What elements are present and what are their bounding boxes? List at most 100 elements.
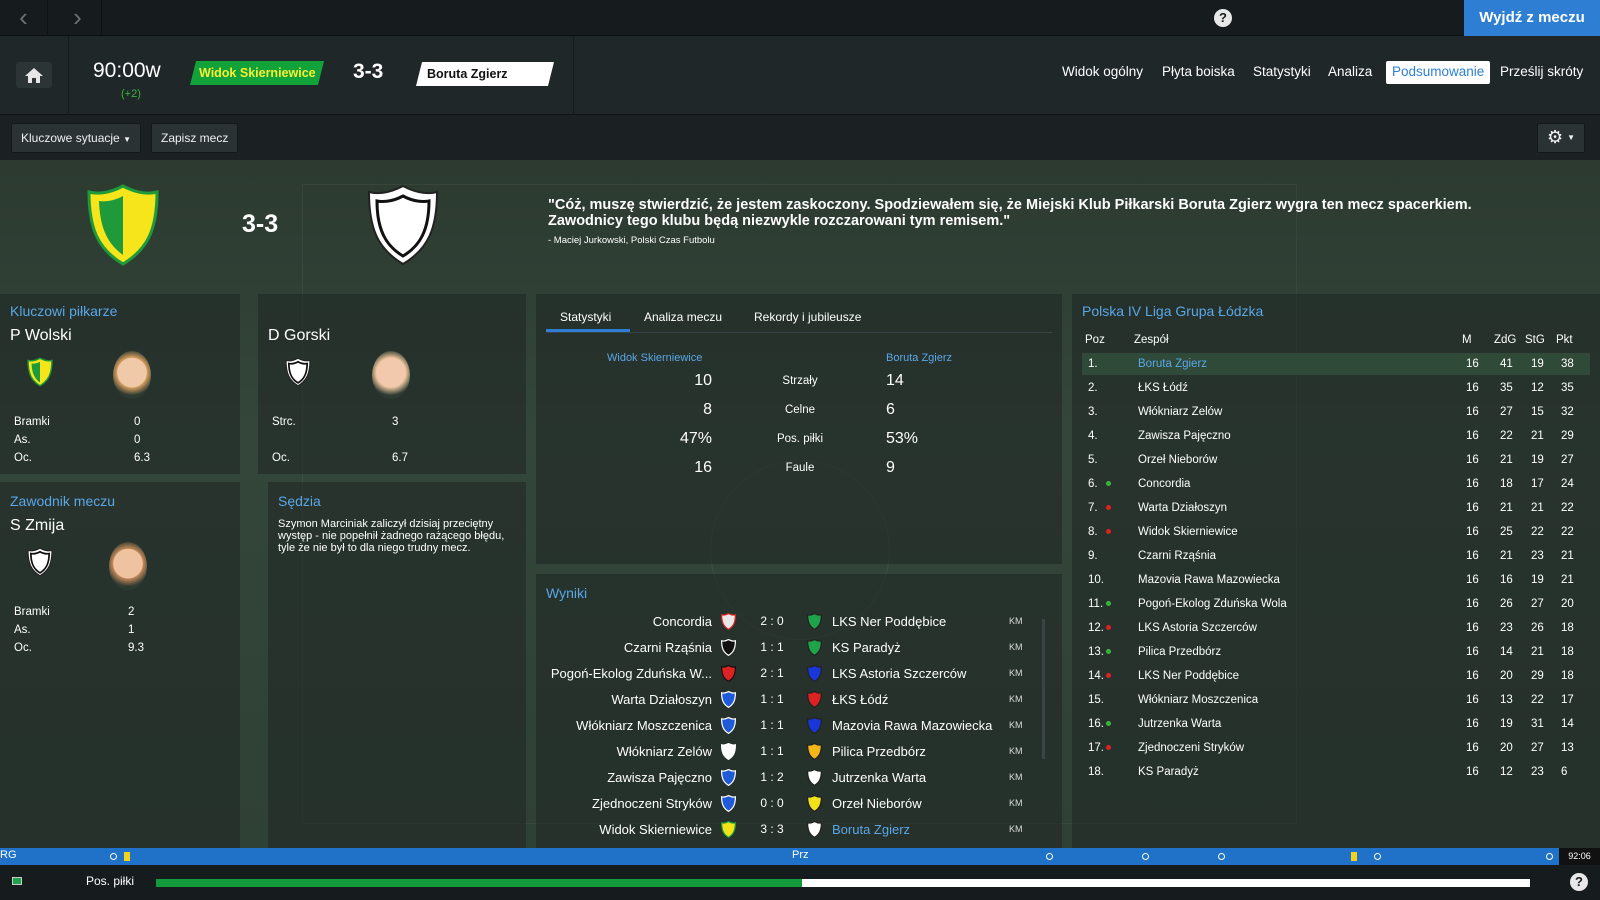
result-score: 1 : 2: [760, 770, 784, 784]
tab-pitch[interactable]: Płyta boiska: [1156, 61, 1241, 84]
league-team[interactable]: Włókniarz Moszczenica: [1138, 694, 1258, 706]
divider: [573, 36, 574, 115]
result-away-team[interactable]: Boruta Zgierz: [832, 822, 910, 837]
league-team[interactable]: Widok Skierniewice: [1138, 526, 1238, 538]
league-team[interactable]: Warta Działoszyn: [1138, 502, 1227, 514]
league-team[interactable]: Czarni Rząśnia: [1138, 550, 1216, 562]
result-away-team[interactable]: LKS Ner Poddębice: [832, 614, 946, 629]
result-home-team[interactable]: Włókniarz Moszczenica: [540, 718, 712, 733]
result-score: 2 : 1: [760, 666, 784, 680]
league-title[interactable]: Polska IV Liga Grupa Łódzka: [1082, 303, 1263, 319]
save-match-button[interactable]: Zapisz mecz: [151, 123, 239, 153]
forward-arrow-icon[interactable]: ›: [54, 0, 102, 36]
league-team[interactable]: Mazovia Rawa Mazowiecka: [1138, 574, 1280, 586]
settings-button[interactable]: ⚙ ▼: [1537, 123, 1585, 153]
result-away-team[interactable]: ŁKS Łódź: [832, 692, 888, 707]
stat-label: As.: [14, 434, 31, 446]
result-home-team[interactable]: Warta Działoszyn: [540, 692, 712, 707]
league-team[interactable]: Concordia: [1138, 478, 1190, 490]
goal-event-icon[interactable]: [110, 853, 117, 860]
yellow-card-icon[interactable]: [124, 852, 130, 861]
tab-statistics[interactable]: Statystyki: [1247, 61, 1317, 84]
away-team-badge[interactable]: Boruta Zgierz: [416, 62, 554, 86]
league-m: 16: [1466, 382, 1479, 394]
league-team[interactable]: Włókniarz Zelów: [1138, 406, 1222, 418]
league-team[interactable]: Orzeł Nieborów: [1138, 454, 1217, 466]
goal-event-icon[interactable]: [1142, 853, 1149, 860]
league-team[interactable]: Boruta Zgierz: [1138, 358, 1207, 370]
result-score: 1 : 1: [760, 744, 784, 758]
result-score: 0 : 0: [760, 796, 784, 810]
home-team-badge[interactable]: Widok Skierniewice: [190, 61, 324, 85]
league-team[interactable]: Pogoń-Ekolog Zduńska Wola: [1138, 598, 1287, 610]
result-home-team[interactable]: Włókniarz Zelów: [540, 744, 712, 759]
result-away-team[interactable]: Pilica Przedbórz: [832, 744, 926, 759]
bottom-bar: Pos. piłki ?: [0, 865, 1600, 900]
league-zdg: 21: [1500, 454, 1513, 466]
league-team[interactable]: LKS Ner Poddębice: [1138, 670, 1239, 682]
league-team[interactable]: KS Paradyż: [1138, 766, 1199, 778]
tab-match-analysis[interactable]: Analiza meczu: [644, 310, 722, 324]
key-moments-dropdown[interactable]: Kluczowe sytuacje ▼: [11, 123, 141, 153]
key-player-away-name[interactable]: D Gorski: [268, 327, 330, 345]
league-pkt: 22: [1561, 526, 1574, 538]
goal-event-icon[interactable]: [1218, 853, 1225, 860]
timeline-bar[interactable]: RG Prz 92:06: [0, 848, 1600, 865]
home-shield-icon: [720, 820, 737, 841]
result-away-team[interactable]: Jutrzenka Warta: [832, 770, 926, 785]
col-zdg: ZdG: [1494, 334, 1517, 346]
result-home-team[interactable]: Zawisza Pajęczno: [540, 770, 712, 785]
result-home-team[interactable]: Zjednoczeni Stryków: [540, 796, 712, 811]
goal-event-icon[interactable]: [1546, 853, 1553, 860]
result-away-team[interactable]: LKS Astoria Szczerców: [832, 666, 966, 681]
away-shield-icon: [806, 768, 823, 789]
timeline-time: 92:06: [1559, 848, 1600, 865]
tab-stats[interactable]: Statystyki: [560, 310, 611, 324]
result-away-team[interactable]: Mazovia Rawa Mazowiecka: [832, 718, 992, 733]
pundit-quote: "Cóż, muszę stwierdzić, że jestem zaskoc…: [548, 197, 1472, 229]
exit-match-button[interactable]: Wyjdź z meczu: [1464, 0, 1600, 37]
result-home-team[interactable]: Concordia: [540, 614, 712, 629]
tab-analysis[interactable]: Analiza: [1322, 61, 1378, 84]
league-team[interactable]: ŁKS Łódź: [1138, 382, 1188, 394]
help-icon[interactable]: ?: [1570, 873, 1588, 891]
yellow-card-icon[interactable]: [1351, 852, 1357, 861]
home-shield-icon: [720, 768, 737, 789]
league-team[interactable]: Zawisza Pajęczno: [1138, 430, 1231, 442]
league-team[interactable]: Jutrzenka Warta: [1138, 718, 1221, 730]
col-m: M: [1462, 334, 1472, 346]
tab-records[interactable]: Rekordy i jubileusze: [754, 310, 861, 324]
league-team[interactable]: Pilica Przedbórz: [1138, 646, 1221, 658]
result-home-team[interactable]: Pogoń-Ekolog Zduńska W...: [540, 666, 712, 681]
arrow-down-icon: [1106, 529, 1111, 534]
result-home-team[interactable]: Czarni Rząśnia: [540, 640, 712, 655]
away-shield-icon: [806, 664, 823, 685]
result-away-team[interactable]: Orzeł Nieborów: [832, 796, 922, 811]
result-home-team[interactable]: Widok Skierniewice: [540, 822, 712, 837]
player-photo-avatar: [109, 542, 147, 590]
arrow-up-icon: [1106, 481, 1111, 486]
tab-summary[interactable]: Podsumowanie: [1386, 61, 1491, 84]
league-pkt: 24: [1561, 478, 1574, 490]
tab-overview[interactable]: Widok ogólny: [1056, 61, 1149, 84]
home-crest-icon: [86, 184, 160, 266]
results-scrollbar[interactable]: [1042, 619, 1045, 759]
motm-name[interactable]: S Zmija: [10, 517, 64, 535]
league-team[interactable]: LKS Astoria Szczerców: [1138, 622, 1257, 634]
goal-event-icon[interactable]: [1374, 853, 1381, 860]
league-pos: 6.: [1088, 478, 1098, 490]
back-arrow-icon[interactable]: ‹: [0, 0, 48, 36]
stats-home-team[interactable]: Widok Skierniewice: [607, 352, 702, 364]
league-stg: 22: [1531, 694, 1544, 706]
key-player-home-name[interactable]: P Wolski: [10, 327, 72, 345]
league-m: 16: [1466, 550, 1479, 562]
stat-value: 9.3: [128, 642, 144, 654]
help-icon[interactable]: ?: [1214, 9, 1232, 27]
league-team[interactable]: Zjednoczeni Stryków: [1138, 742, 1244, 754]
tab-upload-highlights[interactable]: Prześlij skróty: [1494, 61, 1589, 84]
player-photo-avatar: [372, 351, 410, 399]
goal-event-icon[interactable]: [1046, 853, 1053, 860]
stats-away-team[interactable]: Boruta Zgierz: [886, 352, 952, 364]
home-button[interactable]: [16, 62, 52, 88]
result-away-team[interactable]: KS Paradyż: [832, 640, 901, 655]
